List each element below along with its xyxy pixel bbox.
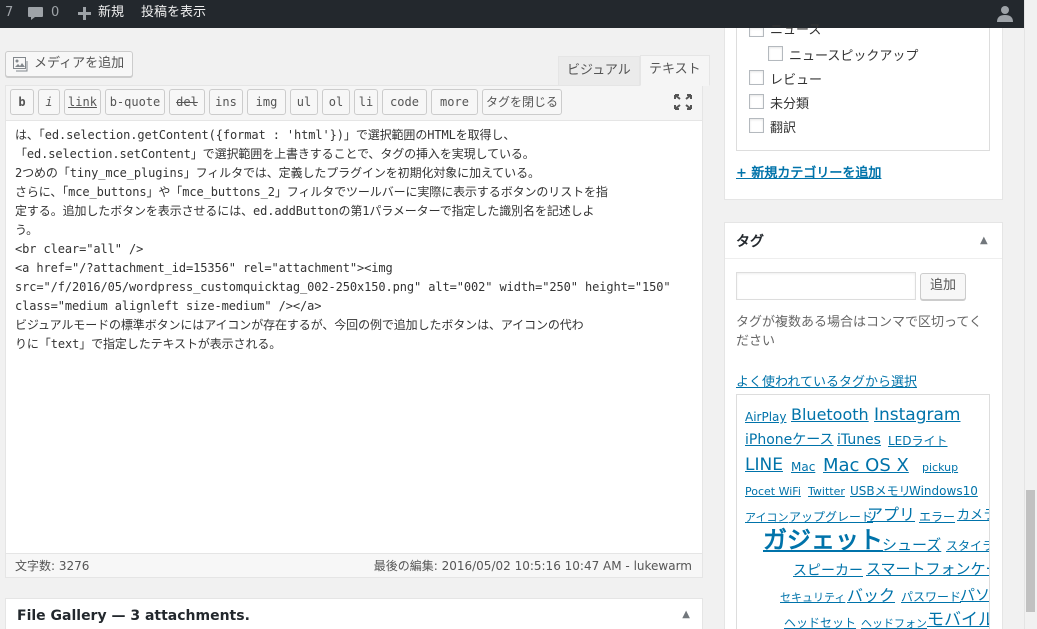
content-line: <a href="/?attachment_id=15356" rel="att… bbox=[15, 261, 393, 275]
tags-box-divider bbox=[725, 258, 1002, 259]
tab-visual[interactable]: ビジュアル bbox=[558, 56, 640, 85]
tag-cloud-link[interactable]: カメラ bbox=[957, 509, 989, 522]
quicktag-link[interactable]: link bbox=[64, 89, 101, 115]
tag-cloud-link[interactable]: Mac OS X bbox=[823, 457, 909, 475]
tag-cloud-link[interactable]: LEDライト bbox=[888, 435, 948, 447]
quicktag-more[interactable]: more bbox=[431, 89, 478, 115]
file-gallery-title[interactable]: File Gallery — 3 attachments. bbox=[17, 608, 250, 624]
quicktag-i[interactable]: i bbox=[38, 89, 60, 115]
tag-cloud-link[interactable]: ヘッドセット bbox=[784, 617, 856, 629]
category-label: 翻訳 bbox=[770, 121, 797, 136]
tag-cloud-link[interactable]: AirPlay bbox=[745, 411, 787, 423]
collapse-arrow-icon[interactable]: ▲ bbox=[682, 609, 690, 620]
tag-cloud-link[interactable]: アイコン bbox=[745, 512, 788, 523]
admin-bar-item-fragment[interactable]: 7 bbox=[5, 0, 13, 28]
add-media-label: メディアを追加 bbox=[34, 56, 125, 71]
tag-cloud-link[interactable]: パソコン bbox=[960, 588, 989, 603]
tab-text[interactable]: テキスト bbox=[640, 55, 710, 86]
editor-textarea[interactable]: は、「ed.selection.getContent({format : 'ht… bbox=[15, 126, 695, 354]
content-line: src="/f/2016/05/wordpress_customquicktag… bbox=[15, 280, 671, 294]
comment-icon bbox=[27, 6, 44, 21]
content-line: 2つめの「tiny_mce_plugins」フィルタでは、定義したプラグインを初… bbox=[15, 166, 540, 180]
quicktag-ins[interactable]: ins bbox=[209, 89, 243, 115]
category-checkbox[interactable] bbox=[749, 28, 764, 37]
content-line: <br clear="all" /> bbox=[15, 242, 144, 256]
tag-cloud-link[interactable]: シューズ bbox=[882, 538, 941, 553]
tag-cloud-link[interactable]: バック bbox=[847, 588, 895, 604]
content-line: ビジュアルモードの標準ボタンにはアイコンが存在するが、今回の例で追加したボタンは… bbox=[15, 318, 584, 332]
tag-cloud-link[interactable]: Twitter bbox=[808, 486, 845, 497]
quicktag-ol[interactable]: ol bbox=[322, 89, 350, 115]
quicktag-b[interactable]: b bbox=[10, 89, 34, 115]
tag-cloud-link[interactable]: モバイル bbox=[927, 612, 989, 629]
tags-box-title[interactable]: タグ bbox=[736, 231, 764, 251]
comments-count: 0 bbox=[51, 5, 60, 20]
tag-cloud-link[interactable]: Windows10 bbox=[909, 485, 978, 497]
tag-cloud-link[interactable]: Mac bbox=[791, 461, 815, 473]
category-label: ニュース bbox=[770, 23, 822, 37]
add-tag-button[interactable]: 追加 bbox=[920, 273, 967, 300]
tag-cloud-link[interactable]: pickup bbox=[922, 462, 958, 473]
tag-cloud-link[interactable]: iPhoneケース bbox=[745, 433, 834, 447]
quicktag-li[interactable]: li bbox=[354, 89, 378, 115]
plus-icon bbox=[78, 7, 91, 20]
tag-cloud-link[interactable]: Pocet WiFi bbox=[745, 486, 801, 497]
tag-cloud-link[interactable]: iTunes bbox=[837, 433, 881, 447]
content-line: class="medium alignleft size-medium" /><… bbox=[15, 299, 322, 313]
word-count: 文字数: 3276 bbox=[15, 559, 90, 573]
quicktag-close-tags[interactable]: タグを閉じる bbox=[482, 89, 562, 115]
editor-status-bar: 文字数: 3276 最後の編集: 2016/05/02 10:5:16 10:4… bbox=[5, 553, 703, 578]
quicktag-b-quote[interactable]: b-quote bbox=[105, 89, 165, 115]
tag-cloud-link[interactable]: USBメモリ bbox=[850, 485, 911, 497]
view-post-link[interactable]: 投稿を表示 bbox=[141, 0, 206, 28]
choose-popular-tags-link[interactable]: よく使われているタグから選択 bbox=[736, 371, 917, 390]
content-line: は、「ed.selection.getContent({format : 'ht… bbox=[15, 128, 516, 142]
collapse-arrow-icon[interactable]: ▲ bbox=[980, 235, 988, 246]
tag-cloud-link[interactable]: Instagram bbox=[874, 407, 961, 424]
tag-cloud-link[interactable]: スタイラスペン bbox=[946, 540, 989, 552]
category-label: レビュー bbox=[770, 73, 823, 88]
add-new-category-link[interactable]: + 新規カテゴリーを追加 bbox=[736, 162, 881, 181]
tag-cloud-link[interactable]: Bluetooth bbox=[791, 407, 869, 423]
add-media-button[interactable]: メディアを追加 bbox=[5, 51, 134, 77]
last-edited: 最後の編集: 2016/05/02 10:5:16 10:47 AM - luk… bbox=[373, 559, 692, 573]
category-label: 未分類 bbox=[770, 97, 810, 112]
scrollbar-thumb[interactable] bbox=[1026, 490, 1035, 612]
tag-cloud-link[interactable]: パスワード bbox=[901, 591, 961, 603]
tag-cloud-link[interactable]: エラー bbox=[919, 511, 955, 523]
admin-bar: 7 0 新規 投稿を表示 bbox=[0, 0, 1024, 28]
file-gallery-box: File Gallery — 3 attachments. ▲ bbox=[5, 598, 703, 629]
quicktag-ul[interactable]: ul bbox=[290, 89, 318, 115]
new-label: 新規 bbox=[98, 5, 125, 20]
quicktag-img[interactable]: img bbox=[247, 89, 286, 115]
tag-cloud-link[interactable]: ガジェット bbox=[763, 528, 883, 552]
fullscreen-icon[interactable] bbox=[674, 94, 692, 114]
content-line: う。 bbox=[15, 223, 39, 237]
tag-cloud-link[interactable]: アップグレード bbox=[789, 511, 873, 523]
comments-menu[interactable]: 0 bbox=[27, 0, 63, 28]
tag-cloud: AirPlay Bluetooth Instagram iPhoneケース iT… bbox=[736, 394, 990, 629]
tags-help-text: タグが複数ある場合はコンマで区切ってください bbox=[736, 315, 982, 349]
quicktag-del[interactable]: del bbox=[169, 89, 205, 115]
category-checkbox[interactable] bbox=[768, 46, 783, 61]
content-line: 定する。追加したボタンを表示させるには、ed.addButtonの第1パラメータ… bbox=[15, 204, 595, 218]
user-avatar-icon[interactable] bbox=[997, 5, 1013, 23]
tag-cloud-link[interactable]: アプリ bbox=[867, 507, 915, 523]
quicktag-code[interactable]: code bbox=[382, 89, 427, 115]
category-checkbox[interactable] bbox=[749, 70, 764, 85]
tag-cloud-link[interactable]: スマートフォンケース bbox=[866, 562, 989, 577]
content-line: 「ed.selection.setContent」で選択範囲を上書きすることで、… bbox=[15, 147, 535, 161]
content-line: さらに、「mce_buttons」や「mce_buttons_2」フィルタでツー… bbox=[15, 185, 608, 199]
media-icon bbox=[13, 57, 30, 81]
tag-cloud-link[interactable]: セキュリティ bbox=[780, 592, 845, 603]
tag-cloud-link[interactable]: スピーカー bbox=[793, 564, 863, 578]
content-line: りに「text」で指定したテキストが表示される。 bbox=[15, 337, 282, 351]
tag-cloud-link[interactable]: ヘッドフォン bbox=[861, 618, 927, 629]
category-label: ニュースピックアップ bbox=[789, 49, 919, 64]
tag-cloud-link[interactable]: LINE bbox=[745, 457, 783, 474]
new-tag-input[interactable] bbox=[736, 272, 916, 300]
category-checkbox[interactable] bbox=[749, 118, 764, 133]
category-checkbox[interactable] bbox=[749, 94, 764, 109]
